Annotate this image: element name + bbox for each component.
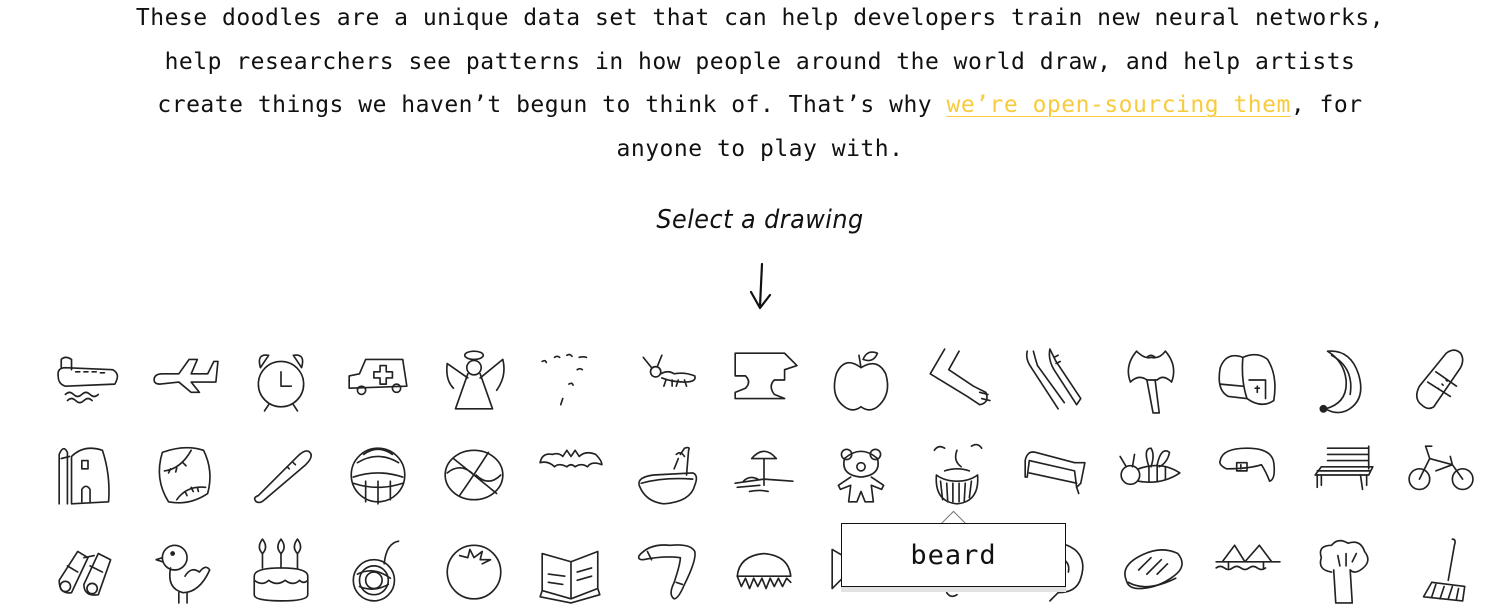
bear-doodle-icon <box>837 448 885 503</box>
drawing-belt[interactable] <box>1199 430 1295 520</box>
drawing-bread[interactable] <box>1103 525 1199 615</box>
drawing-bird[interactable] <box>137 525 233 615</box>
broom-doodle-icon <box>1423 538 1466 602</box>
aircraft-carrier-doodle-icon <box>57 356 119 404</box>
drawing-bat[interactable] <box>523 430 619 520</box>
alarm-clock-doodle-icon <box>257 354 305 412</box>
boomerang-doodle-icon <box>637 544 696 600</box>
drawing-binoculars[interactable] <box>40 525 136 615</box>
bench-doodle-icon <box>1314 445 1374 491</box>
banana-doodle-icon <box>1319 350 1362 414</box>
broccoli-doodle-icon <box>1319 539 1369 604</box>
baseball-bat-doodle-icon <box>254 450 313 504</box>
drawing-broccoli[interactable] <box>1296 525 1392 615</box>
beach-doodle-icon <box>734 450 794 493</box>
angel-doodle-icon <box>446 350 506 410</box>
bird-doodle-icon <box>154 544 211 604</box>
backpack-doodle-icon <box>1218 353 1276 406</box>
drawing-backpack[interactable] <box>1199 335 1295 425</box>
basketball-doodle-icon <box>444 449 505 501</box>
intro-line-3-text: create things we haven’t begun to think … <box>157 92 947 118</box>
drawing-beard[interactable] <box>909 430 1005 520</box>
blackberry-doodle-icon <box>352 540 400 602</box>
drawing-banana[interactable] <box>1296 335 1392 425</box>
drawing-aircraft-carrier[interactable] <box>40 335 136 425</box>
drawing-axe[interactable] <box>1103 335 1199 425</box>
bee-doodle-icon <box>1118 447 1181 486</box>
intro-line-1: These doodles are a unique data set that… <box>135 5 1385 31</box>
drawing-basket[interactable] <box>330 430 426 520</box>
drawing-bandage[interactable] <box>1392 335 1488 425</box>
intro-line-4: anyone to play with. <box>616 135 904 162</box>
drawing-bench[interactable] <box>1296 430 1392 520</box>
drawing-tooltip: beard <box>841 523 1066 587</box>
tooltip-label: beard <box>910 539 997 571</box>
drawing-basketball[interactable] <box>426 430 522 520</box>
bandage-doodle-icon <box>1416 349 1464 410</box>
barn-doodle-icon <box>58 447 110 505</box>
drawing-alarm-clock[interactable] <box>233 335 329 425</box>
asparagus-doodle-icon <box>1025 348 1082 410</box>
bread-doodle-icon <box>1123 549 1183 590</box>
drawing-birthday-cake[interactable] <box>233 525 329 615</box>
down-arrow-icon <box>749 262 772 310</box>
arm-doodle-icon <box>929 348 992 406</box>
drawing-asparagus[interactable] <box>1006 335 1102 425</box>
bathtub-doodle-icon <box>637 446 697 505</box>
intro-line-2: help researchers see patterns in how peo… <box>164 48 1356 75</box>
drawing-anvil[interactable] <box>716 335 812 425</box>
binoculars-doodle-icon <box>58 550 112 596</box>
drawing-animal-migration[interactable] <box>523 335 619 425</box>
drawing-bottlecap[interactable] <box>716 525 812 615</box>
drawing-baseball[interactable] <box>137 430 233 520</box>
airplane-doodle-icon <box>152 358 219 394</box>
drawing-angel[interactable] <box>426 335 522 425</box>
basket-doodle-icon <box>350 447 406 505</box>
drawing-barn[interactable] <box>40 430 136 520</box>
animal-migration-doodle-icon <box>541 353 588 406</box>
drawing-bicycle[interactable] <box>1392 430 1488 520</box>
drawing-book[interactable] <box>523 525 619 615</box>
drawing-beach[interactable] <box>716 430 812 520</box>
belt-doodle-icon <box>1219 447 1276 482</box>
drawing-baseball-bat[interactable] <box>233 430 329 520</box>
beard-doodle-icon <box>933 443 983 505</box>
drawing-bee[interactable] <box>1103 430 1199 520</box>
drawing-bridge[interactable] <box>1199 525 1295 615</box>
bridge-doodle-icon <box>1215 544 1281 571</box>
open-source-link[interactable]: we’re open-sourcing them <box>947 92 1291 118</box>
select-drawing-heading: Select a drawing <box>656 205 864 235</box>
drawing-boomerang[interactable] <box>620 525 716 615</box>
apple-doodle-icon <box>833 351 889 411</box>
drawing-ant[interactable] <box>620 335 716 425</box>
ant-doodle-icon <box>642 354 696 387</box>
baseball-doodle-icon <box>158 446 211 504</box>
drawing-ambulance[interactable] <box>330 335 426 425</box>
drawing-arm[interactable] <box>909 335 1005 425</box>
drawing-bed[interactable] <box>1006 430 1102 520</box>
bicycle-doodle-icon <box>1408 445 1475 491</box>
blueberry-doodle-icon <box>446 544 502 600</box>
drawing-apple[interactable] <box>813 335 909 425</box>
drawing-blueberry[interactable] <box>426 525 522 615</box>
intro-line-3-tail: , for <box>1290 92 1363 118</box>
drawing-airplane[interactable] <box>137 335 233 425</box>
intro-line-3: create things we haven’t begun to think … <box>0 84 1505 128</box>
book-doodle-icon <box>539 550 601 604</box>
drawing-broom[interactable] <box>1392 525 1488 615</box>
bed-doodle-icon <box>1024 451 1086 495</box>
intro-paragraph: These doodles are a unique data set that… <box>0 0 1505 171</box>
axe-doodle-icon <box>1127 350 1175 414</box>
drawing-bear[interactable] <box>813 430 909 520</box>
ambulance-doodle-icon <box>348 358 408 396</box>
birthday-cake-doodle-icon <box>253 538 309 602</box>
drawing-blackberry[interactable] <box>330 525 426 615</box>
anvil-doodle-icon <box>734 352 798 400</box>
bat-doodle-icon <box>539 449 603 468</box>
drawing-bathtub[interactable] <box>620 430 716 520</box>
bottlecap-doodle-icon <box>736 552 792 590</box>
